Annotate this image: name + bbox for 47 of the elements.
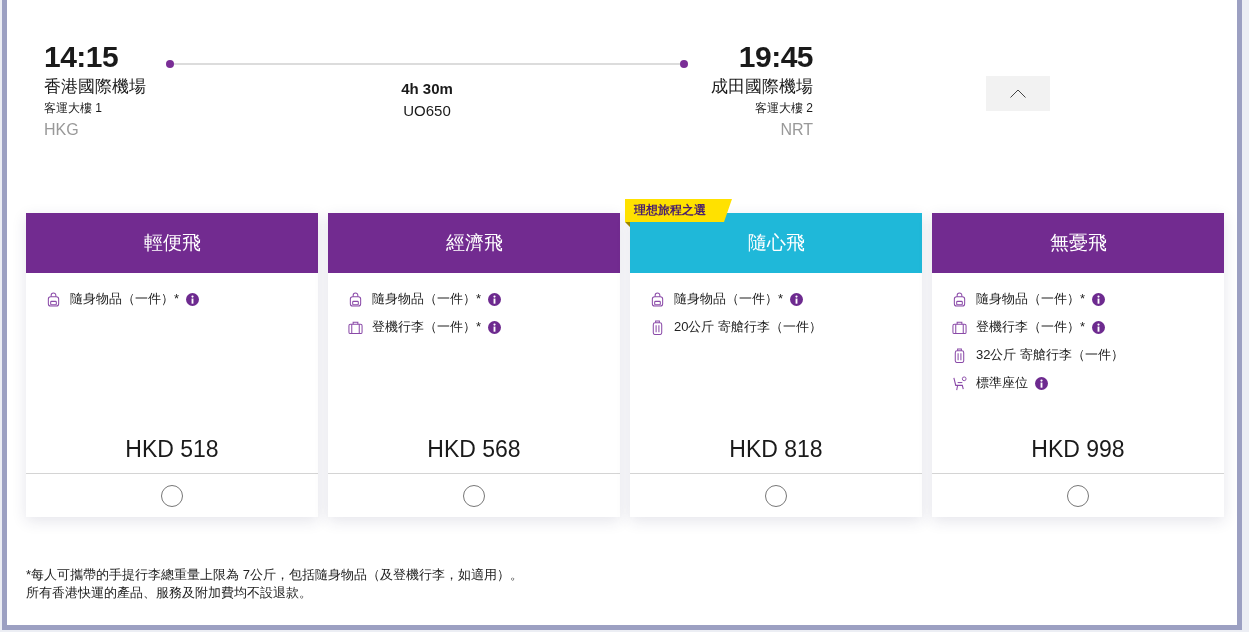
arrival-time: 19:45 xyxy=(738,39,813,75)
suitcase-icon xyxy=(650,319,665,335)
arrival-airport: 成田國際機場 xyxy=(711,76,813,98)
route-dot-icon xyxy=(680,60,688,68)
fare-header: 輕便飛 xyxy=(26,213,318,273)
backpack-icon xyxy=(46,291,61,307)
fare-price: HKD 568 xyxy=(328,434,620,474)
fare-price: HKD 998 xyxy=(932,434,1224,474)
arrival-code: NRT xyxy=(780,120,813,140)
info-icon[interactable] xyxy=(1092,292,1106,306)
fare-price: HKD 518 xyxy=(26,434,318,474)
arrival-terminal: 客運大樓 2 xyxy=(755,100,813,117)
info-icon[interactable] xyxy=(186,292,200,306)
info-icon[interactable] xyxy=(1035,376,1048,390)
footnote-text: *每人可攜帶的手提行李總重量上限為 7公斤，包括隨身物品（及登機行李，如適用）。 xyxy=(26,566,523,584)
departure-code: HKG xyxy=(44,120,79,140)
feature-text: 隨身物品（一件）* xyxy=(674,290,784,308)
info-icon[interactable] xyxy=(488,320,502,334)
departure-airport: 香港國際機場 xyxy=(44,76,146,98)
fare-price: HKD 818 xyxy=(630,434,922,474)
feature-text: 標準座位 xyxy=(976,374,1028,392)
feature-text: 登機行李（一件）* xyxy=(372,318,482,336)
backpack-icon xyxy=(952,291,967,307)
route-dot-icon xyxy=(166,60,174,68)
feature-text: 32公斤 寄艙行李（一件） xyxy=(976,346,1125,364)
backpack-icon xyxy=(348,291,363,307)
feature-text: 隨身物品（一件）* xyxy=(976,290,1086,308)
seat-icon xyxy=(952,375,967,391)
departure-terminal: 客運大樓 1 xyxy=(44,100,102,117)
feature-text: 登機行李（一件）* xyxy=(976,318,1086,336)
fare-header: 經濟飛 xyxy=(328,213,620,273)
feature-text: 隨身物品（一件）* xyxy=(372,290,482,308)
departure-time: 14:15 xyxy=(44,39,119,75)
backpack-icon xyxy=(650,291,665,307)
suitcase-icon xyxy=(952,347,967,363)
chevron-up-icon xyxy=(1010,89,1026,98)
flight-duration: 4h 30m xyxy=(401,79,453,99)
bag-icon xyxy=(348,319,363,335)
info-icon[interactable] xyxy=(488,292,502,306)
info-icon[interactable] xyxy=(790,292,804,306)
info-icon[interactable] xyxy=(1092,320,1106,334)
feature-text: 隨身物品（一件）* xyxy=(70,290,180,308)
flight-number: UO650 xyxy=(403,101,451,121)
bag-icon xyxy=(952,319,967,335)
footnote-text: 所有香港快運的產品、服務及附加費均不設退款。 xyxy=(26,584,312,602)
fare-header: 無憂飛 xyxy=(932,213,1224,273)
feature-text: 20公斤 寄艙行李（一件） xyxy=(674,318,823,336)
